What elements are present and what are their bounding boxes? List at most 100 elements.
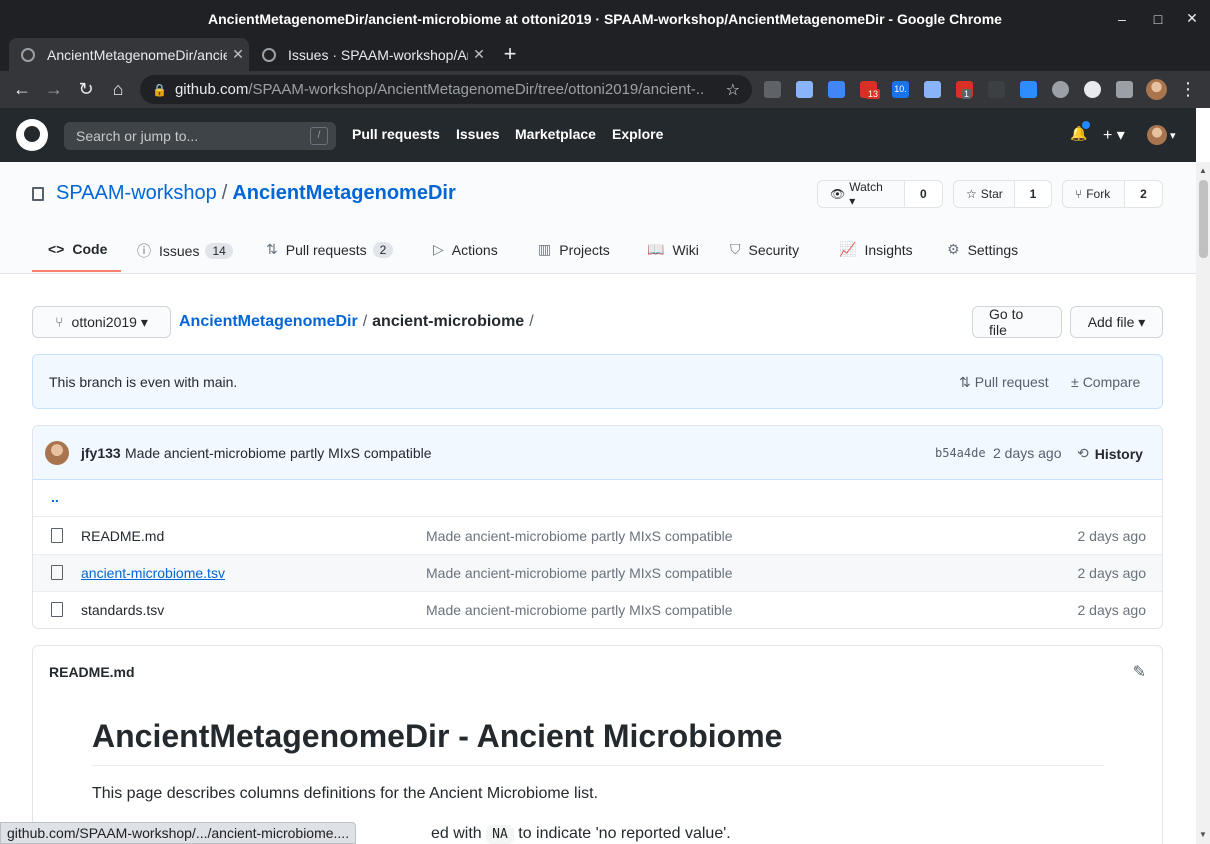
browser-tab[interactable]: Issues · SPAAM-workshop/AncientMetagenom… xyxy=(250,38,490,71)
bookmark-star-icon[interactable]: ☆ xyxy=(726,80,740,100)
branch-status-box: This branch is even with main. ⇅ Pull req… xyxy=(32,354,1163,409)
commit-author-avatar[interactable] xyxy=(45,441,69,465)
tab-actions[interactable]: ▷ Actions xyxy=(433,241,498,258)
commit-message[interactable]: Made ancient-microbiome partly MIxS comp… xyxy=(125,445,432,461)
tab-title: AncientMetagenomeDir/ancient-microbiome xyxy=(47,46,227,63)
pr-count-badge: 2 xyxy=(372,241,394,258)
tab-projects[interactable]: ▥ Projects xyxy=(538,241,610,258)
minimize-button[interactable]: – xyxy=(1104,0,1140,37)
tab-security[interactable]: ⛉ Security xyxy=(730,241,799,258)
nav-explore[interactable]: Explore xyxy=(612,126,663,142)
tab-pull-requests[interactable]: ⇅ Pull requests 2 xyxy=(266,241,394,258)
parent-directory-row[interactable]: .. xyxy=(33,481,1162,517)
commit-sha[interactable]: b54a4de xyxy=(935,446,986,460)
search-input[interactable]: Search or jump to... / xyxy=(64,122,336,150)
nav-pull-requests[interactable]: Pull requests xyxy=(352,126,440,142)
file-age: 2 days ago xyxy=(1077,602,1147,618)
repo-header: SPAAM-workshop / AncientMetagenomeDir 👁 W… xyxy=(0,162,1196,274)
nav-marketplace[interactable]: Marketplace xyxy=(515,126,596,142)
file-name-link[interactable]: standards.tsv xyxy=(81,602,164,618)
zotero-extension-icon[interactable]: 10. xyxy=(892,81,909,98)
file-list: jfy133 Made ancient-microbiome partly MI… xyxy=(32,425,1163,629)
edit-pencil-icon[interactable]: ✎ xyxy=(1133,662,1146,682)
watch-count[interactable]: 0 xyxy=(904,181,942,207)
scrollbar-thumb[interactable] xyxy=(1199,180,1208,258)
issue-icon: ⓘ xyxy=(137,243,151,259)
file-commit-message[interactable]: Made ancient-microbiome partly MIxS comp… xyxy=(426,602,733,618)
history-link[interactable]: ⟲ History xyxy=(1077,445,1143,462)
file-row[interactable]: ancient-microbiome.tsv Made ancient-micr… xyxy=(33,555,1162,592)
add-file-button[interactable]: Add file ▾ xyxy=(1070,306,1163,338)
tab-insights[interactable]: 📈 Insights xyxy=(839,241,913,258)
watch-button[interactable]: 👁 Watch ▾ xyxy=(818,180,905,208)
create-new-icon[interactable]: + ▾ xyxy=(1103,125,1125,145)
maximize-button[interactable]: □ xyxy=(1140,0,1176,37)
address-bar[interactable]: 🔒 github.com/SPAAM-workshop/AncientMetag… xyxy=(140,75,752,104)
nav-issues[interactable]: Issues xyxy=(456,126,500,142)
file-name-link[interactable]: README.md xyxy=(81,528,164,544)
browser-tab-active[interactable]: AncientMetagenomeDir/ancient-microbiome … xyxy=(9,38,249,71)
file-row[interactable]: README.md Made ancient-microbiome partly… xyxy=(33,518,1162,555)
file-age: 2 days ago xyxy=(1077,565,1147,581)
puzzle-extensions-icon[interactable] xyxy=(1116,81,1133,98)
tab-issues[interactable]: ⓘ Issues 14 xyxy=(137,241,233,261)
tab-wiki[interactable]: 📖 Wiki xyxy=(647,241,699,258)
user-avatar[interactable] xyxy=(1147,125,1167,145)
na-code: NA xyxy=(486,825,514,844)
star-count[interactable]: 1 xyxy=(1015,181,1051,207)
tab-close-icon[interactable]: ✕ xyxy=(468,46,490,63)
parent-directory-link[interactable]: .. xyxy=(51,489,59,505)
grammarly-extension-icon[interactable] xyxy=(1084,81,1101,98)
fork-count[interactable]: 2 xyxy=(1125,181,1162,207)
compare-link[interactable]: ± Compare xyxy=(1071,374,1140,390)
docs-extension-icon[interactable] xyxy=(796,81,813,98)
tab-code[interactable]: <> Code xyxy=(48,241,107,257)
settings-extension-icon[interactable] xyxy=(1052,81,1069,98)
tab-close-icon[interactable]: ✕ xyxy=(227,46,249,63)
forward-button[interactable]: → xyxy=(40,75,68,103)
file-row[interactable]: standards.tsv Made ancient-microbiome pa… xyxy=(33,592,1162,629)
repo-owner-link[interactable]: SPAAM-workshop xyxy=(56,182,217,205)
star-button[interactable]: ☆ Star xyxy=(954,181,1015,207)
profile-avatar[interactable] xyxy=(1146,79,1167,100)
reload-button[interactable]: ↻ xyxy=(72,75,100,103)
github-logo-icon[interactable] xyxy=(16,119,48,151)
file-name-link[interactable]: ancient-microbiome.tsv xyxy=(81,565,225,581)
issues-count-badge: 14 xyxy=(205,243,233,259)
zoom-extension-icon[interactable] xyxy=(1020,81,1037,98)
translate-extension-icon[interactable] xyxy=(828,81,845,98)
tab-settings[interactable]: ⚙ Settings xyxy=(947,241,1018,258)
file-commit-message[interactable]: Made ancient-microbiome partly MIxS comp… xyxy=(426,528,733,544)
gmail-extension-icon[interactable]: 13 xyxy=(860,81,881,99)
pen-extension-icon[interactable] xyxy=(988,81,1005,98)
url-text[interactable]: github.com/SPAAM-workshop/AncientMetagen… xyxy=(175,81,705,98)
fork-button[interactable]: ⑂ Fork xyxy=(1063,181,1125,207)
graph-icon: 📈 xyxy=(839,241,857,257)
tab-title: Issues · SPAAM-workshop/AncientMetagenom… xyxy=(288,46,468,63)
file-commit-message[interactable]: Made ancient-microbiome partly MIxS comp… xyxy=(426,565,733,581)
slash-shortcut-icon: / xyxy=(310,127,328,145)
page-extension-icon[interactable] xyxy=(924,81,941,98)
pull-request-link[interactable]: ⇅ Pull request xyxy=(959,374,1049,391)
go-to-file-button[interactable]: Go to file xyxy=(972,306,1062,338)
new-tab-button[interactable]: + xyxy=(496,40,524,68)
breadcrumb-repo-link[interactable]: AncientMetagenomeDir xyxy=(179,313,358,331)
branch-select-button[interactable]: ⑂ ottoni2019 ▾ xyxy=(32,306,171,338)
gear-icon: ⚙ xyxy=(947,241,960,257)
todo-extension-icon[interactable]: 1 xyxy=(956,81,973,99)
book-icon: 📖 xyxy=(647,241,665,257)
scroll-down-arrow-icon[interactable]: ▼ xyxy=(1196,828,1210,842)
chrome-menu-icon[interactable]: ⋮ xyxy=(1176,75,1200,103)
home-button[interactable]: ⌂ xyxy=(104,75,132,103)
repo-name-link[interactable]: AncientMetagenomeDir xyxy=(232,182,455,205)
commit-author[interactable]: jfy133 xyxy=(81,445,121,461)
avatar-caret-icon[interactable]: ▾ xyxy=(1170,129,1176,142)
back-button[interactable]: ← xyxy=(8,75,36,103)
breadcrumb-current-dir: ancient-microbiome xyxy=(372,313,525,330)
scroll-up-arrow-icon[interactable]: ▲ xyxy=(1196,164,1210,178)
close-window-button[interactable]: ✕ xyxy=(1174,0,1210,37)
file-icon xyxy=(51,528,63,543)
page-scrollbar[interactable] xyxy=(1196,162,1210,844)
extension-icon[interactable] xyxy=(764,81,781,98)
code-icon: <> xyxy=(48,241,65,257)
